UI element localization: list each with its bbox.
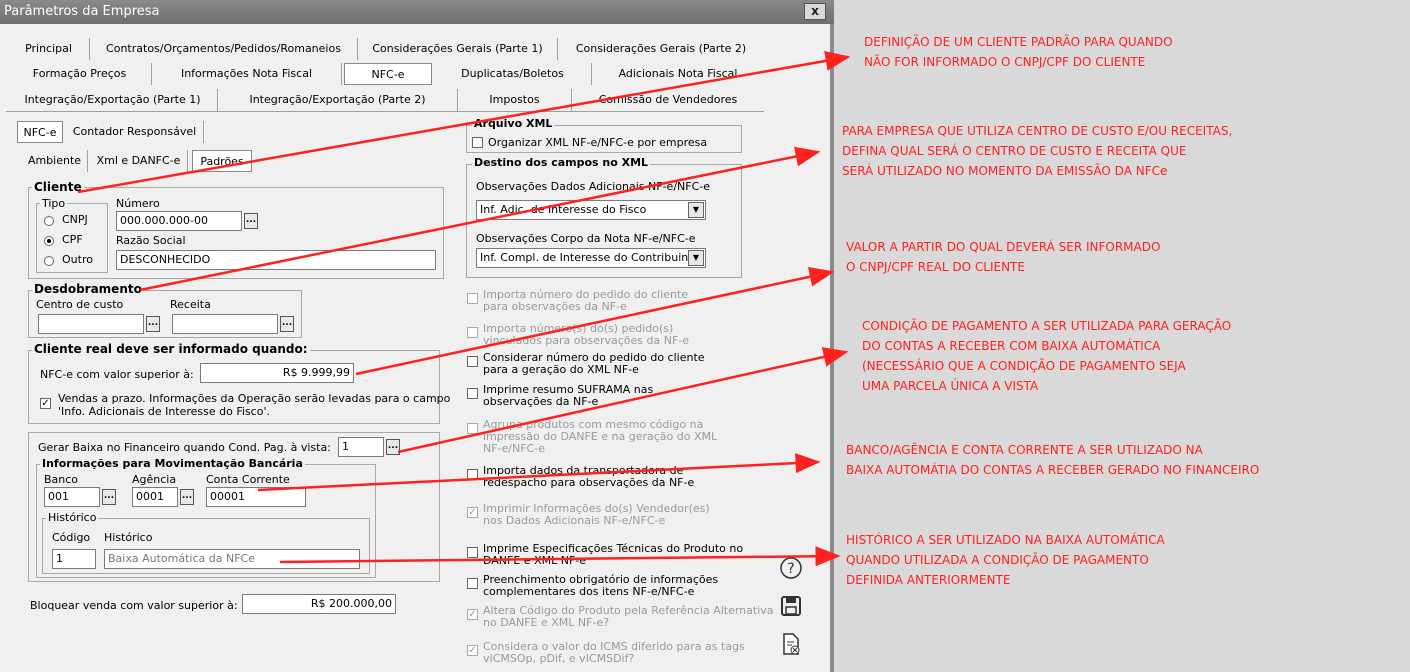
arrow-cliente <box>77 51 851 194</box>
arrow-cliente-real <box>355 266 835 376</box>
arrow-desdobramento <box>139 146 821 292</box>
arrow-cond-pag <box>397 347 849 454</box>
arrow-banco <box>257 453 821 492</box>
annotation-arrows <box>77 51 851 567</box>
arrow-historico <box>279 546 841 567</box>
